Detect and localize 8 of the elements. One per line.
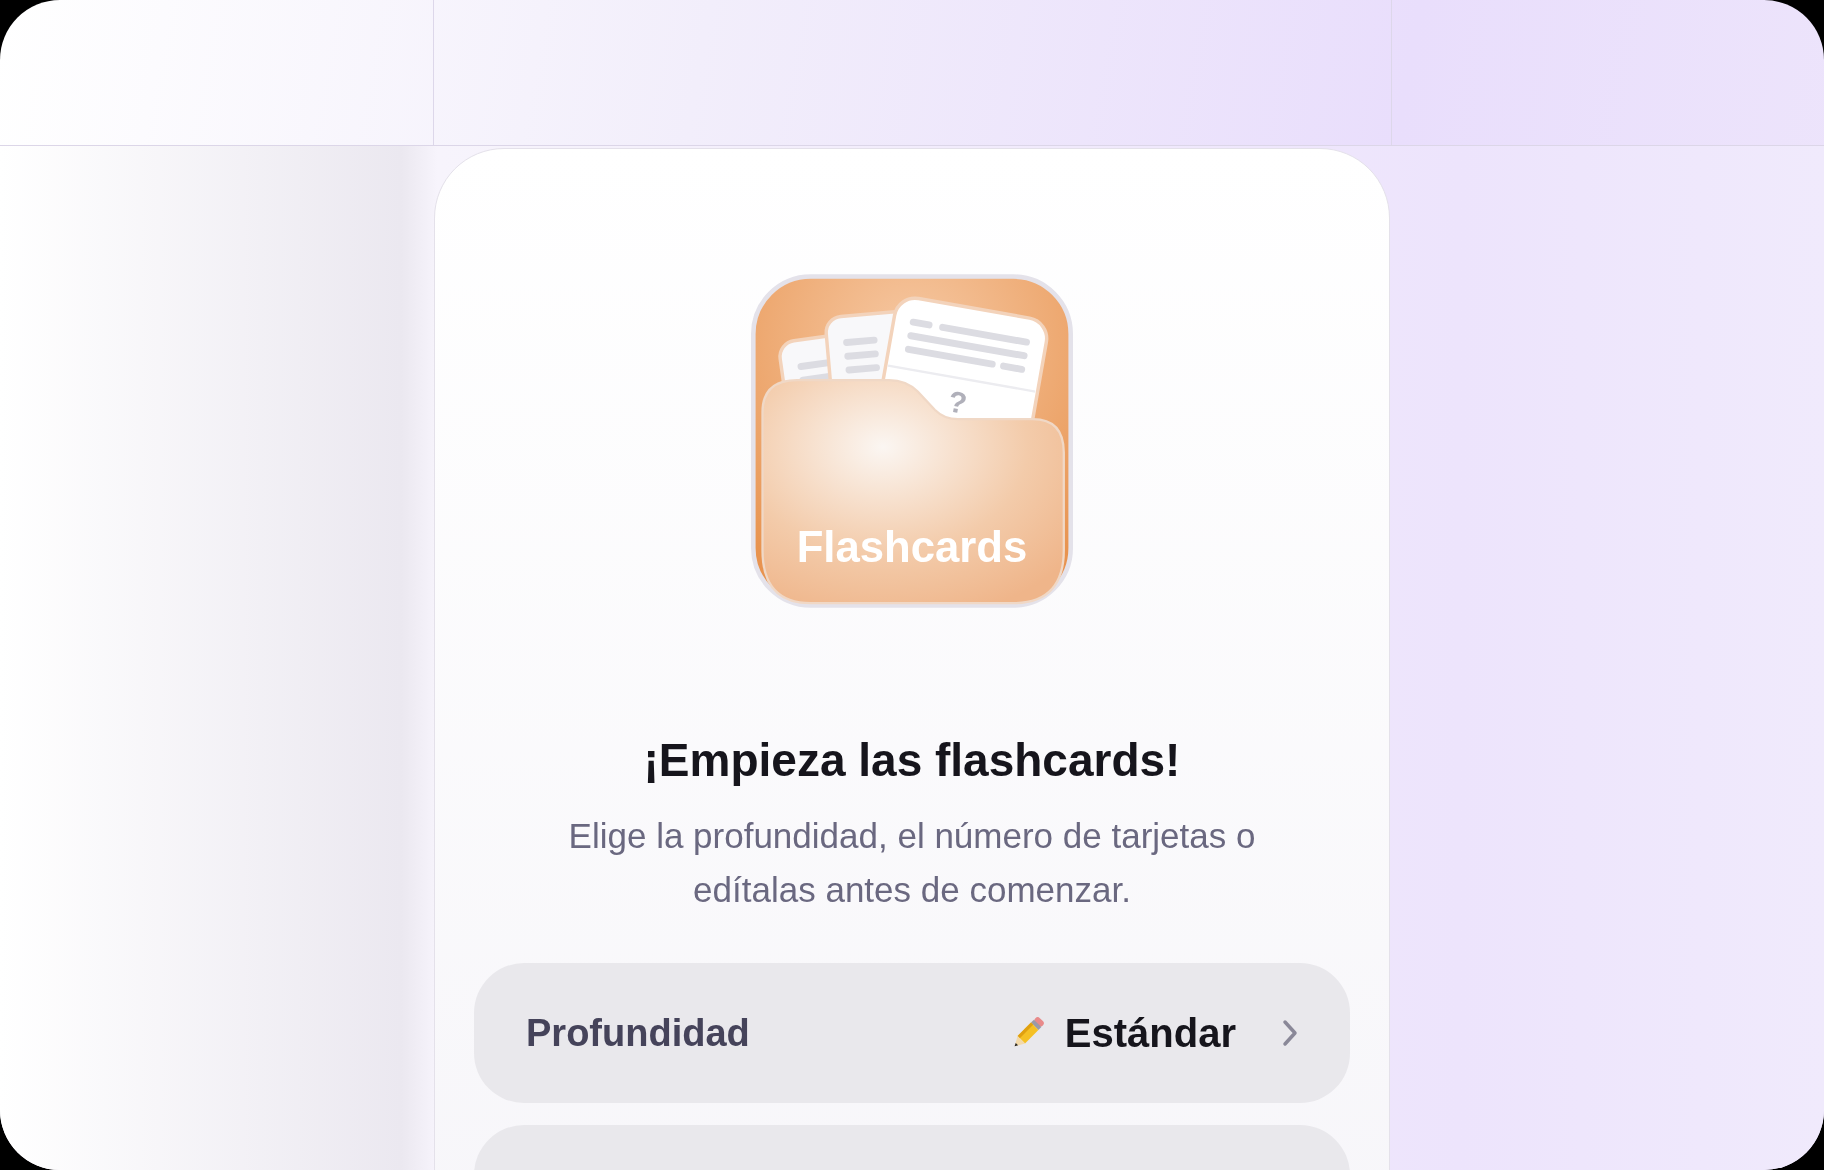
chevron-right-icon [1280, 1018, 1300, 1048]
question-mark: ? [945, 384, 970, 421]
option-row[interactable]: Profundidad Estándar [474, 963, 1350, 1103]
heading: ¡Empieza las flashcards! [643, 733, 1181, 787]
option-label: Profundidad [526, 1011, 750, 1055]
description: Elige la profundidad, el número de tarjetas o edítalas antes de comenzar. [567, 815, 1257, 911]
option-value: Estándar [1064, 1010, 1236, 1056]
icon-label: Flashcards [796, 521, 1028, 571]
